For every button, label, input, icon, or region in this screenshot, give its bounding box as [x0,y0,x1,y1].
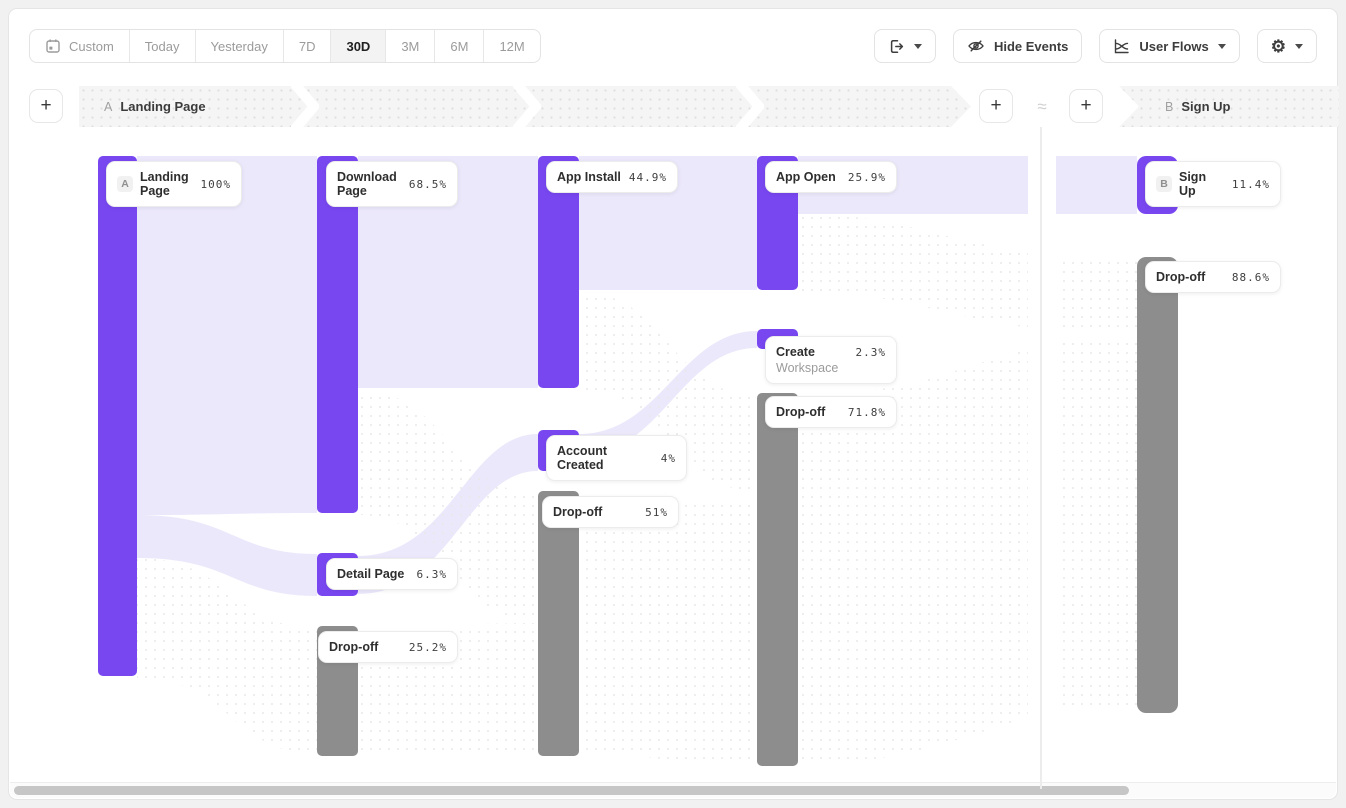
node-pct: 6.3% [417,568,448,581]
node-name: Drop-off [1156,270,1205,284]
node-badge: A [117,176,133,192]
node-label-app-install[interactable]: App Install 44.9% [546,161,678,193]
node-label-download-page[interactable]: Download Page 68.5% [326,161,458,207]
chevron-separator-icon [513,86,541,127]
node-pct: 2.3% [856,346,887,359]
node-label-dropoff-88[interactable]: Drop-off 88.6% [1145,261,1281,293]
node-pct: 68.5% [409,178,447,191]
add-step-before-button[interactable]: + [29,89,63,123]
flow-appopen-dropoff [798,214,1137,334]
node-badge: B [1156,176,1172,192]
flow-a-header: A Landing Page [104,99,206,114]
node-label-dropoff-71[interactable]: Drop-off 71.8% [765,396,897,428]
node-name: Drop-off [776,405,825,419]
user-flows-panel: Custom Today Yesterday 7D 30D 3M 6M 12M [8,8,1338,800]
panel-gap [1028,127,1056,789]
node-pct: 51% [645,506,668,519]
flow-b-badge: B [1165,100,1173,114]
node-name: Download Page [337,170,402,198]
node-label-dropoff-51[interactable]: Drop-off 51% [542,496,679,528]
node-name: Detail Page [337,567,404,581]
node-label-detail-page[interactable]: Detail Page 6.3% [326,558,458,590]
node-pct: 11.4% [1232,178,1270,191]
node-name: Drop-off [553,505,602,519]
sankey-chart: A Landing Page 100% Download Page 68.5% … [9,9,1339,801]
flow-b-band[interactable]: B Sign Up [1119,86,1339,127]
node-label-sign-up[interactable]: B Sign Up 11.4% [1145,161,1281,207]
node-label-landing-page[interactable]: A Landing Page 100% [106,161,242,207]
chevron-separator-icon [291,86,319,127]
node-name: Create [776,345,815,359]
node-label-app-open[interactable]: App Open 25.9% [765,161,897,193]
node-pct: 71.8% [848,406,886,419]
node-pct: 4% [661,452,676,465]
flow-separator-approx: ≈ [1027,86,1057,127]
sankey-svg [9,9,1339,801]
flow-a-badge: A [104,100,112,114]
node-pct: 25.9% [848,171,886,184]
flow-b-header: B Sign Up [1165,99,1230,114]
panel-divider [1040,86,1042,789]
chevron-separator-icon [736,86,764,127]
node-label-create-workspace[interactable]: Create 2.3% Workspace [765,336,897,384]
node-pct: 88.6% [1232,271,1270,284]
node-pct: 44.9% [629,171,667,184]
node-bar-dropoff-51[interactable] [538,491,579,756]
node-bar-download-page[interactable] [317,156,358,513]
node-name: Drop-off [329,640,378,654]
node-pct: 25.2% [409,641,447,654]
node-name: App Open [776,170,836,184]
node-name: Landing Page [140,170,194,198]
add-step-flow-b-button[interactable]: + [1069,89,1103,123]
node-pct: 100% [201,178,232,191]
steps-header: + A Landing Page + ≈ + [29,86,1337,127]
node-name-line2: Workspace [776,361,886,375]
flow-b-label: Sign Up [1181,99,1230,114]
add-step-after-button[interactable]: + [979,89,1013,123]
flow-landing-download [137,156,317,515]
node-bar-landing-page[interactable] [98,156,137,676]
flow-a-label: Landing Page [120,99,205,114]
node-bar-dropoff-71[interactable] [757,393,798,766]
horizontal-scrollbar-thumb[interactable] [14,786,1129,795]
node-name: App Install [557,170,621,184]
horizontal-scrollbar-track[interactable] [10,782,1336,798]
node-bar-dropoff-88[interactable] [1137,257,1178,713]
node-label-dropoff-25[interactable]: Drop-off 25.2% [318,631,458,663]
node-label-account-created[interactable]: Account Created 4% [546,435,687,481]
flow-dropoff-dropoff-3 [579,493,757,764]
node-name: Account Created [557,444,654,472]
node-name: Sign Up [1179,170,1225,198]
flow-a-band[interactable]: A Landing Page [79,86,971,127]
